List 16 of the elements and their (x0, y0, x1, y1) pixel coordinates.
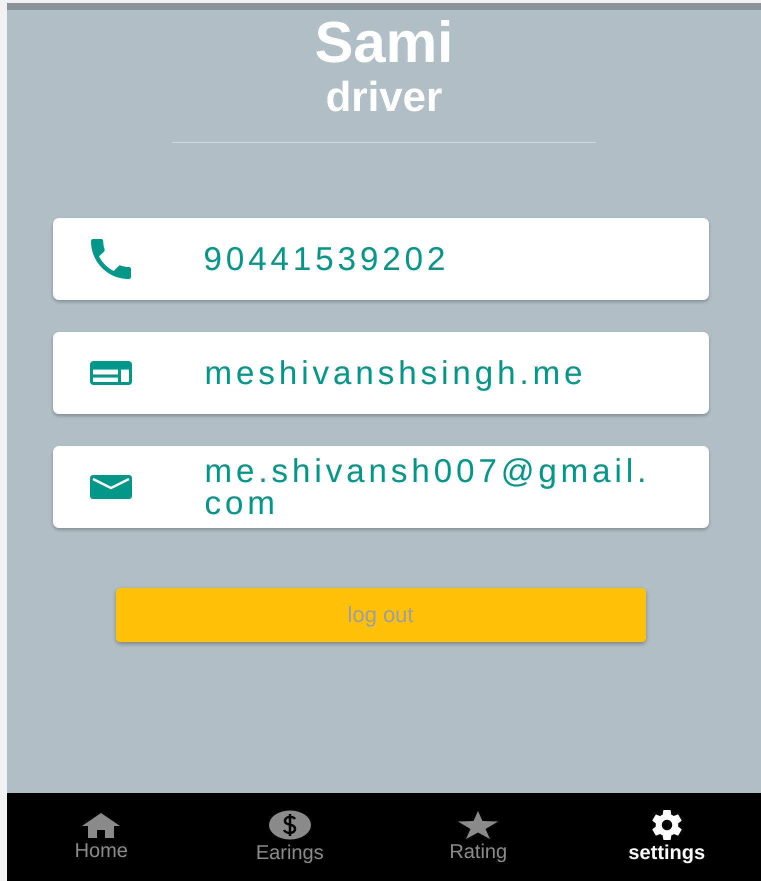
settings-icon (652, 810, 682, 840)
web-page-icon (90, 361, 132, 385)
phone-icon (90, 239, 130, 279)
mail-icon (90, 475, 132, 499)
profile-role: driver (326, 74, 442, 120)
contact-value: meshivanshsingh.me (204, 357, 588, 389)
profile-name: Sami (314, 12, 454, 74)
star-icon (458, 810, 498, 838)
contact-value: 90441539202 (204, 243, 450, 275)
home-icon (81, 812, 122, 838)
nav-tab[interactable]: Home (36, 812, 166, 862)
contact-value: me.shivansh007@gmail.com (204, 455, 652, 519)
nav-tab[interactable]: settings (602, 810, 732, 864)
nav-tab[interactable]: Earings (224, 810, 355, 864)
nav-tab[interactable]: Rating (413, 810, 544, 864)
dollar-icon (268, 810, 312, 840)
